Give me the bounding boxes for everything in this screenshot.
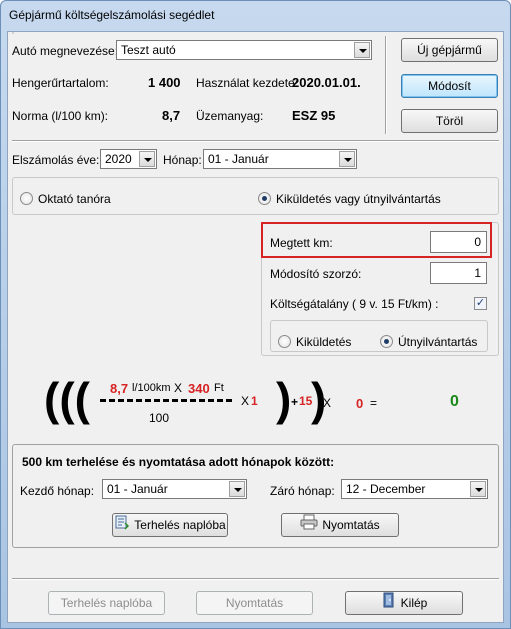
divider xyxy=(12,140,499,142)
chevron-down-icon[interactable] xyxy=(339,151,355,167)
exit-label: Kilép xyxy=(400,596,428,610)
batch-print-button[interactable]: Nyomtatás xyxy=(281,513,399,537)
chevron-down-icon[interactable] xyxy=(139,151,155,167)
formula-paren-close-1: ) xyxy=(276,373,292,425)
car-select[interactable]: Teszt autó xyxy=(116,40,372,60)
batch-print-label: Nyomtatás xyxy=(322,518,380,532)
norm-label: Norma (l/100 km): xyxy=(12,109,109,123)
printer-icon xyxy=(300,514,318,537)
batch-log-label: Terhelés naplóba xyxy=(134,518,226,532)
mission-label: Kiküldetés xyxy=(296,335,352,349)
start-date-label: Használat kezdete: xyxy=(196,76,299,90)
km-label: Megtett km: xyxy=(270,236,333,250)
formula-mult-x: X xyxy=(241,394,250,408)
batch-log-button[interactable]: Terhelés naplóba xyxy=(112,513,228,537)
allowance-label: Költségátalány ( 9 v. 15 Ft/km) : xyxy=(270,297,439,311)
batch-end-select[interactable]: 12 - December xyxy=(341,479,488,499)
car-select-value: Teszt autó xyxy=(121,43,176,57)
mode-lesson-label: Oktató tanóra xyxy=(38,192,111,206)
batch-end-label: Záró hónap: xyxy=(270,484,335,498)
batch-title: 500 km terhelése és nyomtatása adott hón… xyxy=(22,455,335,469)
formula-result: 0 xyxy=(450,393,459,410)
formula-divisor: 100 xyxy=(149,411,170,425)
year-label: Elszámolás éve: xyxy=(12,153,100,167)
formula-times: X xyxy=(174,381,183,395)
footer-divider xyxy=(12,578,499,580)
month-select[interactable]: 01 - Január xyxy=(203,149,357,169)
batch-end-value: 12 - December xyxy=(346,482,426,496)
allowance-checkbox[interactable]: ✓ xyxy=(474,297,487,310)
door-exit-icon xyxy=(381,592,397,615)
month-label: Hónap: xyxy=(163,153,202,167)
car-name-label: Autó megnevezése: xyxy=(12,44,119,58)
footer-print-button[interactable]: Nyomtatás xyxy=(196,591,313,615)
chevron-down-icon[interactable] xyxy=(354,42,370,58)
multiplier-input[interactable]: 1 xyxy=(430,262,487,284)
modify-button[interactable]: Módosít xyxy=(401,74,498,98)
batch-start-value: 01 - Január xyxy=(107,482,168,496)
year-select-value: 2020 xyxy=(105,152,132,166)
radio-mission[interactable] xyxy=(278,335,291,348)
chevron-down-icon[interactable] xyxy=(470,481,486,497)
chevron-down-icon[interactable] xyxy=(229,481,245,497)
km-input[interactable]: 0 xyxy=(430,231,487,253)
formula-norm: 8,7 xyxy=(110,381,129,396)
formula-multiplier: 1 xyxy=(251,394,258,408)
exit-button[interactable]: Kilép xyxy=(345,591,463,615)
new-car-button[interactable]: Új gépjármű xyxy=(401,38,498,62)
year-select[interactable]: 2020 xyxy=(100,149,157,169)
formula-km: 0 xyxy=(356,396,364,411)
norm-value: 8,7 xyxy=(162,108,181,123)
formula-paren-open: ((( xyxy=(44,373,90,425)
logbook-label: Útnyilvántartás xyxy=(398,335,478,349)
formula-fraction-bar xyxy=(100,399,232,402)
delete-button[interactable]: Töröl xyxy=(401,109,498,133)
batch-start-select[interactable]: 01 - Január xyxy=(102,479,247,499)
fuel-label: Üzemanyag: xyxy=(196,109,264,123)
radio-logbook[interactable] xyxy=(380,335,393,348)
mode-radio-trip[interactable] xyxy=(258,192,271,205)
formula-equals: = xyxy=(370,396,378,410)
formula-plus: + xyxy=(291,395,299,409)
formula-km-x: X xyxy=(323,396,332,410)
footer-log-button[interactable]: Terhelés naplóba xyxy=(48,591,165,615)
month-select-value: 01 - Január xyxy=(208,152,269,166)
vertical-divider xyxy=(385,36,387,134)
mode-radio-lesson[interactable] xyxy=(20,192,33,205)
mode-trip-label: Kiküldetés vagy útnyilvántartás xyxy=(276,192,441,206)
start-date-value: 2020.01.01. xyxy=(292,75,361,90)
cylinder-value: 1 400 xyxy=(148,75,181,90)
app-window: Gépjármű költségelszámolási segédlet Aut… xyxy=(0,0,511,629)
batch-start-label: Kezdő hónap: xyxy=(20,484,95,498)
logbook-icon xyxy=(114,514,130,537)
formula-unit: l/100km xyxy=(132,382,171,394)
window-title: Gépjármű költségelszámolási segédlet xyxy=(9,8,215,22)
formula-price: 340 xyxy=(188,381,210,396)
multiplier-label: Módosító szorzó: xyxy=(270,267,362,281)
cylinder-label: Hengerűrtartalom: xyxy=(12,76,109,90)
client-area: Autó megnevezése: Teszt autó Hengerűrtar… xyxy=(7,31,504,623)
fuel-value: ESZ 95 xyxy=(292,108,336,123)
formula-currency: Ft xyxy=(214,382,224,394)
